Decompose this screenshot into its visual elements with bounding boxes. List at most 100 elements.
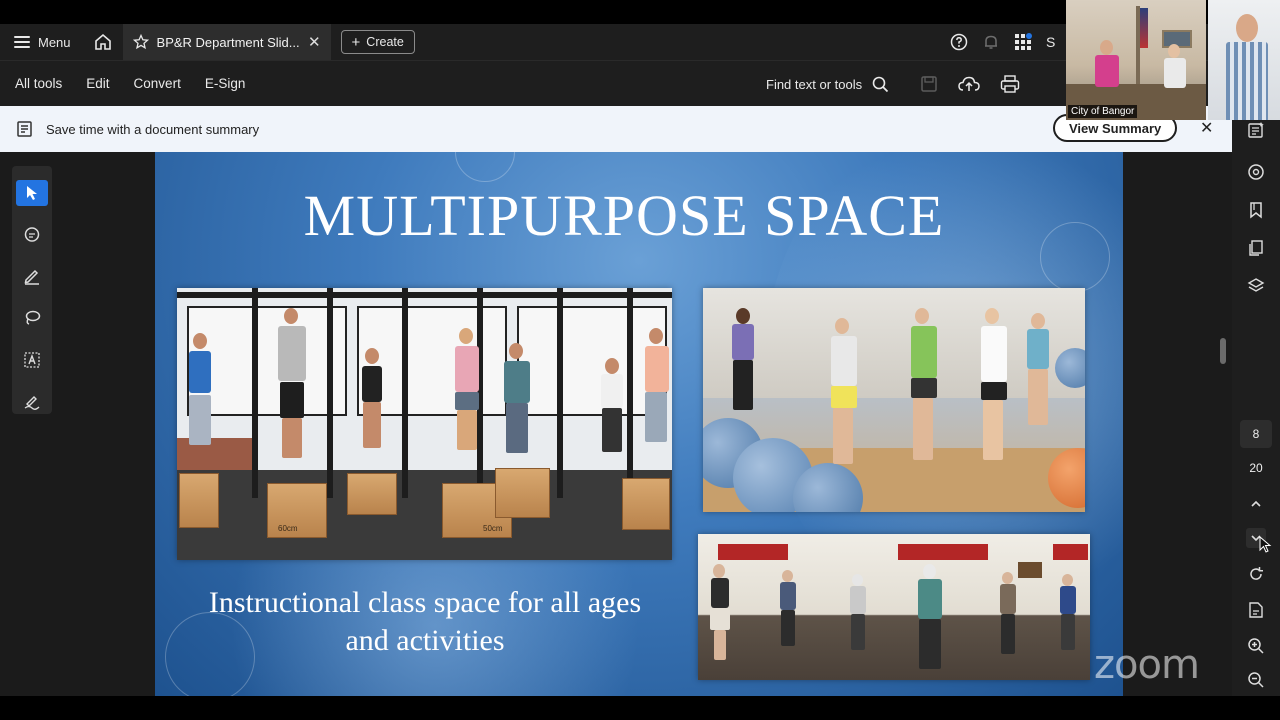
- page-settings-button[interactable]: [1246, 600, 1266, 620]
- athlete: [272, 308, 312, 458]
- box-label: 60cm: [278, 524, 298, 533]
- dancer: [1058, 574, 1078, 654]
- rail-layers-button[interactable]: [1246, 276, 1266, 296]
- photo-dance-class: [698, 534, 1090, 680]
- box-label: 50cm: [483, 524, 503, 533]
- comment-bubble-icon: [1248, 164, 1264, 180]
- rig-post: [327, 288, 333, 498]
- zoom-out-button[interactable]: [1246, 670, 1266, 690]
- rail-pages-button[interactable]: [1246, 238, 1266, 258]
- toolbar-convert[interactable]: Convert: [134, 76, 181, 91]
- zoom-out-icon: [1248, 672, 1264, 688]
- highlight-tool[interactable]: [16, 263, 48, 289]
- upload-cloud-icon[interactable]: [958, 75, 980, 93]
- summary-message: Save time with a document summary: [46, 121, 260, 137]
- slide-page: MULTIPURPOSE SPACE 60cm 50cm Instruction…: [155, 152, 1123, 696]
- home-button[interactable]: [83, 24, 123, 60]
- find-label: Find text or tools: [766, 76, 863, 92]
- document-settings-icon: [1249, 602, 1263, 618]
- document-scrollbar-thumb[interactable]: [1220, 338, 1226, 364]
- create-label: Create: [366, 35, 404, 49]
- council-member: [1094, 40, 1120, 90]
- participant: [903, 308, 943, 478]
- rotate-button[interactable]: [1246, 564, 1266, 584]
- rig-post: [402, 288, 408, 498]
- dancer: [998, 572, 1018, 662]
- toolbar-esign[interactable]: E-Sign: [205, 76, 246, 91]
- tab-title: BP&R Department Slid...: [156, 34, 300, 50]
- rail-summary-button[interactable]: [1246, 120, 1266, 140]
- lasso-icon: [25, 310, 41, 325]
- user-initial[interactable]: S: [1046, 34, 1055, 50]
- photo-box-jump-class: 60cm 50cm: [177, 288, 672, 560]
- right-side-panel: 8 20: [1232, 106, 1280, 696]
- mouse-cursor-icon: [1259, 536, 1272, 553]
- dancer: [778, 570, 798, 650]
- draw-tool[interactable]: [16, 305, 48, 331]
- council-member: [1162, 44, 1188, 90]
- bottom-black-strip: [0, 696, 1280, 720]
- document-tab[interactable]: BP&R Department Slid... ✕: [122, 24, 331, 60]
- toolbar-all-tools[interactable]: All tools: [15, 76, 62, 91]
- menu-button[interactable]: Menu: [0, 24, 83, 60]
- window-valance: [898, 544, 988, 560]
- athlete: [447, 328, 487, 458]
- participant: [728, 308, 758, 418]
- page-up-button[interactable]: [1246, 494, 1266, 514]
- save-icon[interactable]: [920, 75, 938, 93]
- text-tool[interactable]: [16, 347, 48, 373]
- video-tile-participant[interactable]: [1208, 0, 1280, 120]
- rig-post: [252, 288, 258, 498]
- screen: Menu BP&R Department Slid... ✕ + Create …: [0, 0, 1280, 720]
- participant: [823, 318, 863, 478]
- pen-icon: [24, 270, 39, 285]
- zoom-in-button[interactable]: [1246, 636, 1266, 656]
- window-valance: [718, 544, 788, 560]
- tab-close-icon[interactable]: ✕: [308, 33, 321, 51]
- select-tool[interactable]: [16, 180, 48, 206]
- slide-title: MULTIPURPOSE SPACE: [303, 183, 945, 248]
- signature-pen-icon: [24, 396, 40, 411]
- sign-tool[interactable]: [16, 388, 48, 414]
- cursor-arrow-icon: [27, 185, 37, 200]
- slide-caption: Instructional class space for all ages a…: [208, 586, 642, 657]
- comment-tool[interactable]: [16, 222, 48, 248]
- rig-post: [627, 288, 633, 498]
- create-button[interactable]: + Create: [340, 30, 415, 54]
- tab-bar-right: S: [950, 24, 1055, 60]
- athlete: [497, 343, 537, 463]
- athlete: [357, 348, 387, 458]
- camera-label: City of Bangor: [1068, 105, 1138, 118]
- participant: [973, 308, 1013, 478]
- help-icon[interactable]: [950, 33, 968, 51]
- participant-video: [1222, 14, 1272, 120]
- plyo-box: [179, 473, 219, 528]
- rail-bookmarks-button[interactable]: [1246, 200, 1266, 220]
- rotate-icon: [1250, 567, 1263, 580]
- video-tile-council-room[interactable]: City of Bangor: [1066, 0, 1206, 120]
- rig-post: [557, 288, 563, 498]
- athlete: [639, 328, 672, 458]
- home-icon: [94, 33, 111, 50]
- rail-comments-button[interactable]: [1246, 162, 1266, 182]
- total-pages: 20: [1249, 461, 1263, 475]
- search-icon: [872, 76, 889, 92]
- print-icon[interactable]: [1000, 75, 1020, 93]
- toolbar-edit[interactable]: Edit: [86, 76, 109, 91]
- summary-close-icon[interactable]: ✕: [1200, 118, 1213, 138]
- layers-icon: [1247, 278, 1265, 292]
- summary-banner: Save time with a document summary View S…: [0, 106, 1232, 152]
- plyo-box: [495, 468, 550, 518]
- chevron-up-icon: [1251, 500, 1261, 507]
- apps-grid-icon[interactable]: [1014, 33, 1032, 51]
- star-icon[interactable]: [132, 34, 149, 50]
- zoom-watermark: zoom: [1094, 642, 1200, 688]
- toolbar-icons: [920, 61, 1020, 107]
- find-text-or-tools[interactable]: Find text or tools: [766, 61, 889, 107]
- document-summary-icon: [17, 121, 32, 137]
- current-page-number[interactable]: 8: [1240, 420, 1272, 448]
- bell-icon[interactable]: [982, 33, 1000, 51]
- hamburger-icon: [14, 36, 30, 48]
- wall-sign: [1018, 562, 1042, 578]
- athlete: [597, 358, 627, 458]
